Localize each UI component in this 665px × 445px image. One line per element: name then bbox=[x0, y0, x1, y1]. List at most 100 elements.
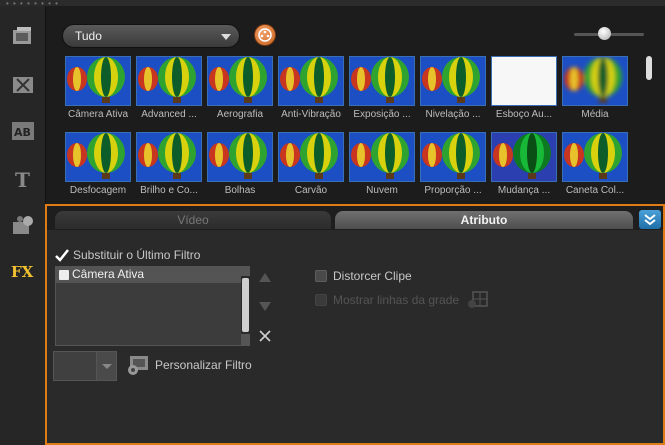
transition-icon bbox=[13, 77, 33, 93]
list-item[interactable]: Câmera Ativa bbox=[56, 267, 249, 283]
filter-thumbnail[interactable]: Aerografia bbox=[207, 56, 273, 120]
library-scrollbar[interactable] bbox=[646, 56, 652, 80]
filter-thumbnail[interactable]: Desfocagem bbox=[65, 132, 131, 196]
filter-preview-image bbox=[349, 132, 415, 182]
filter-preview-image bbox=[420, 132, 486, 182]
filter-preset-dropdown[interactable] bbox=[53, 351, 117, 381]
media-icon bbox=[13, 27, 31, 44]
customize-filter-icon bbox=[128, 356, 148, 375]
filter-thumbnail-label: Anti-Vibração bbox=[281, 109, 341, 120]
customize-filter-button[interactable]: Personalizar Filtro bbox=[125, 354, 252, 376]
show-grid-label: Mostrar linhas da grade bbox=[333, 293, 460, 307]
library-sidebar: AB T FX bbox=[0, 6, 46, 445]
filter-preview-image bbox=[278, 132, 344, 182]
fx-icon: FX bbox=[11, 263, 34, 281]
filter-preview-image bbox=[562, 56, 628, 106]
replace-last-filter-option[interactable]: Substituir o Último Filtro bbox=[55, 248, 200, 262]
title-ab-library-button[interactable]: AB bbox=[8, 118, 38, 144]
move-filter-up-button[interactable] bbox=[259, 272, 271, 284]
triangle-down-icon bbox=[259, 302, 271, 311]
svg-text:FX: FX bbox=[11, 263, 34, 281]
filter-thumbnail-label: Exposição ... bbox=[353, 109, 411, 120]
filter-thumbnail-label: Esboço Au... bbox=[495, 109, 553, 120]
show-grid-checkbox bbox=[315, 294, 327, 306]
graphics-icon bbox=[13, 216, 33, 234]
graphics-library-button[interactable] bbox=[8, 212, 38, 238]
filter-preview-image bbox=[207, 132, 273, 182]
filter-thumbnail-label: Proporção ... bbox=[424, 185, 482, 196]
tab-video[interactable]: Vídeo bbox=[55, 211, 331, 229]
filter-thumbnail[interactable]: Nivelação ... bbox=[420, 56, 486, 120]
options-panel: Vídeo Atributo Substituir o Último Filtr… bbox=[45, 204, 665, 445]
close-icon bbox=[259, 330, 271, 342]
move-filter-down-button[interactable] bbox=[259, 302, 271, 314]
distort-clip-option[interactable]: Distorcer Clipe bbox=[315, 269, 412, 283]
list-scroll-thumb[interactable] bbox=[242, 278, 249, 332]
film-reel-icon bbox=[258, 28, 272, 42]
filter-thumbnail-label: Carvão bbox=[294, 185, 328, 196]
scroll-up-arrow-icon[interactable] bbox=[241, 267, 250, 276]
remove-filter-button[interactable] bbox=[259, 330, 271, 342]
filter-thumbnail[interactable]: Esboço Au... bbox=[491, 56, 557, 120]
category-dropdown[interactable]: Tudo bbox=[62, 24, 240, 48]
text-icon: T bbox=[15, 168, 30, 190]
filter-thumbnail-label: Advanced ... bbox=[141, 109, 197, 120]
filter-thumbnail-label: Caneta Col... bbox=[565, 185, 625, 196]
svg-text:AB: AB bbox=[14, 126, 31, 139]
transition-library-button[interactable] bbox=[8, 72, 38, 98]
replace-last-filter-label: Substituir o Último Filtro bbox=[73, 248, 201, 262]
thumbnail-size-handle[interactable] bbox=[598, 27, 611, 40]
filter-preview-image bbox=[136, 132, 202, 182]
filter-thumbnail[interactable]: Nuvem bbox=[349, 132, 415, 196]
filter-visibility-icon[interactable] bbox=[59, 270, 69, 280]
panel-tabbar: Vídeo Atributo bbox=[47, 206, 663, 230]
list-scrollbar[interactable] bbox=[241, 267, 250, 345]
import-filter-button[interactable] bbox=[254, 24, 276, 46]
filter-thumbnail[interactable]: Bolhas bbox=[207, 132, 273, 196]
collapse-panel-button[interactable] bbox=[639, 210, 661, 229]
filter-thumbnail[interactable]: Câmera Ativa bbox=[65, 56, 131, 120]
filter-thumbnail[interactable]: Anti-Vibração bbox=[278, 56, 344, 120]
filter-thumbnail-label: Média bbox=[581, 109, 609, 120]
filter-thumbnail[interactable]: Advanced ... bbox=[136, 56, 202, 120]
applied-filter-name: Câmera Ativa bbox=[72, 267, 145, 281]
filter-thumbnail-label: Câmera Ativa bbox=[67, 109, 129, 120]
filter-preview-image bbox=[420, 56, 486, 106]
filter-preview-image bbox=[136, 56, 202, 106]
customize-filter-label: Personalizar Filtro bbox=[155, 358, 252, 372]
filter-thumbnail-label: Desfocagem bbox=[69, 185, 127, 196]
filter-thumbnail[interactable]: Mudança ... bbox=[491, 132, 557, 196]
filter-thumbnail[interactable]: Brilho e Co... bbox=[136, 132, 202, 196]
fx-filter-library-button[interactable]: FX bbox=[8, 258, 38, 284]
filter-thumbnail[interactable]: Exposição ... bbox=[349, 56, 415, 120]
filter-preview-image bbox=[65, 56, 131, 106]
filter-thumbnail[interactable]: Carvão bbox=[278, 132, 344, 196]
scroll-down-arrow-icon[interactable] bbox=[241, 334, 250, 345]
filter-thumbnail-label: Bolhas bbox=[224, 185, 256, 196]
triangle-up-icon bbox=[259, 273, 271, 282]
filter-preview-image bbox=[491, 56, 557, 106]
filter-preview-image bbox=[491, 132, 557, 182]
grid-settings-icon bbox=[468, 291, 488, 308]
filter-thumbnail[interactable]: Média bbox=[562, 56, 628, 120]
chevron-double-down-icon bbox=[644, 214, 656, 226]
filter-preview-image bbox=[65, 132, 131, 182]
filter-thumbnail-label: Nivelação ... bbox=[425, 109, 481, 120]
media-library-button[interactable] bbox=[8, 24, 38, 50]
applied-filters-list[interactable]: Câmera Ativa bbox=[55, 266, 250, 346]
chevron-down-icon[interactable] bbox=[96, 352, 116, 380]
filter-thumbnail-label: Nuvem bbox=[366, 185, 398, 196]
category-dropdown-value: Tudo bbox=[75, 29, 102, 43]
filter-thumbnail[interactable]: Proporção ... bbox=[420, 132, 486, 196]
filter-preview-image bbox=[349, 56, 415, 106]
filter-preview-image bbox=[207, 56, 273, 106]
filter-thumbnail-label: Mudança ... bbox=[497, 185, 551, 196]
svg-text:T: T bbox=[15, 168, 30, 190]
text-library-button[interactable]: T bbox=[8, 166, 38, 192]
filter-thumbnail[interactable]: Caneta Col... bbox=[562, 132, 628, 196]
filter-thumbnail-label: Brilho e Co... bbox=[140, 185, 198, 196]
show-grid-option: Mostrar linhas da grade bbox=[315, 291, 489, 309]
distort-clip-checkbox[interactable] bbox=[315, 270, 327, 282]
replace-last-filter-checkbox[interactable] bbox=[55, 249, 69, 262]
tab-attribute[interactable]: Atributo bbox=[335, 211, 633, 229]
